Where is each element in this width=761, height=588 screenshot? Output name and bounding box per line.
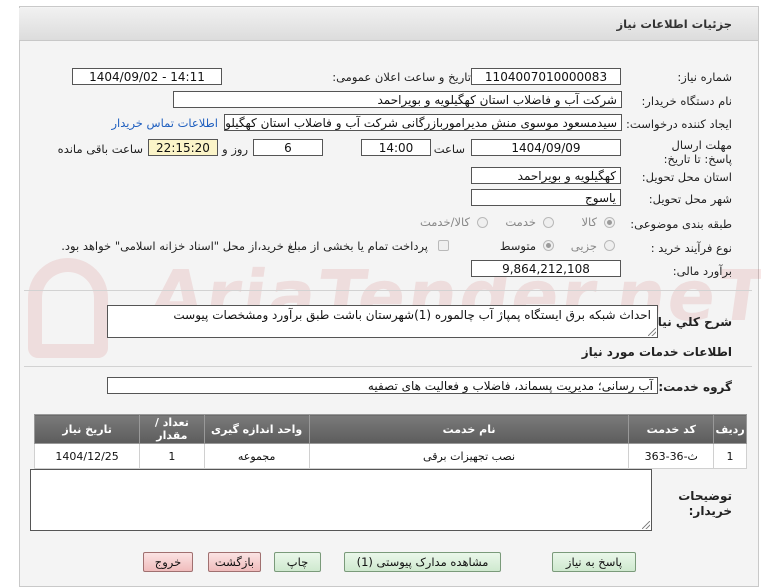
announce-date-label: تاریخ و ساعت اعلان عمومی: xyxy=(332,70,471,84)
exit-button[interactable]: خروج xyxy=(143,552,193,572)
deadline-date-field: 1404/09/09 xyxy=(471,139,621,156)
divider xyxy=(24,366,752,367)
category-label: طبقه بندی موضوعی: xyxy=(630,217,732,231)
buyer-org-label: نام دستگاه خریدار: xyxy=(641,94,732,108)
page-header: جزئیات اطلاعات نیاز xyxy=(19,8,758,41)
view-attachments-button[interactable]: مشاهده مدارک پیوستی (1) xyxy=(344,552,501,572)
col-header-need-date: تاریخ نیاز xyxy=(33,414,141,444)
cell-quantity: 1 xyxy=(139,443,205,469)
service-group-field: آب رسانی؛ مدیریت پسماند، فاضلاب و فعالیت… xyxy=(107,377,658,394)
cell-row-number: 1 xyxy=(713,443,747,469)
services-table: ردیف کد خدمت نام خدمت واحد اندازه گیری ت… xyxy=(33,414,747,469)
province-label: استان محل تحویل: xyxy=(641,170,732,184)
treasury-payment-note: پرداخت تمام یا بخشی از مبلغ خرید،از محل … xyxy=(61,239,428,253)
col-header-quantity: تعداد / مقدار xyxy=(139,414,205,444)
cell-unit: مجموعه xyxy=(203,443,310,469)
province-field: کهگیلویه و بویراحمد xyxy=(471,167,621,184)
back-button[interactable]: بازگشت xyxy=(208,552,261,572)
category-option-goods: کالا xyxy=(581,215,597,229)
process-option-medium: متوسط xyxy=(499,239,536,253)
cell-service-name: نصب تجهیزات برقی xyxy=(308,443,630,469)
page-title: جزئیات اطلاعات نیاز xyxy=(616,17,732,31)
table-row: 1 ث-36-363 نصب تجهیزات برقی مجموعه 1 140… xyxy=(33,443,747,469)
remaining-time-label: ساعت باقی مانده xyxy=(57,142,143,156)
city-field: یاسوج xyxy=(471,189,621,206)
process-radio-medium[interactable] xyxy=(543,240,554,251)
budget-label: برآورد مالی: xyxy=(672,264,732,278)
col-header-unit: واحد اندازه گیری xyxy=(203,414,310,444)
table-header-row: ردیف کد خدمت نام خدمت واحد اندازه گیری ت… xyxy=(33,414,747,444)
col-header-row-number: ردیف xyxy=(713,414,747,444)
deadline-time-field: 14:00 xyxy=(361,139,431,156)
resize-handle-icon xyxy=(648,328,656,336)
category-option-service: خدمت xyxy=(505,215,536,229)
remaining-time-field: 22:15:20 xyxy=(148,139,218,156)
cell-service-code: ث-36-363 xyxy=(628,443,715,469)
service-group-label: گروه خدمت: xyxy=(658,380,732,394)
city-label: شهر محل تحویل: xyxy=(648,192,732,206)
col-header-service-name: نام خدمت xyxy=(308,414,630,444)
buyer-notes-textarea xyxy=(30,469,652,531)
buyer-contact-link[interactable]: اطلاعات تماس خریدار xyxy=(111,116,218,130)
reply-button[interactable]: پاسخ به نیاز xyxy=(552,552,636,572)
description-textarea: احداث شبکه برق ایستگاه پمپاژ آب چالموره … xyxy=(107,305,658,338)
category-option-goods-service: کالا/خدمت xyxy=(419,215,470,229)
process-radio-minor[interactable] xyxy=(604,240,615,251)
budget-field: 9,864,212,108 xyxy=(471,260,621,277)
description-text: احداث شبکه برق ایستگاه پمپاژ آب چالموره … xyxy=(173,308,651,322)
deadline-time-label: ساعت xyxy=(433,142,465,156)
buyer-org-field: شرکت آب و فاضلاب استان کهگیلویه و بویراح… xyxy=(173,91,622,108)
category-radio-goods-service[interactable] xyxy=(477,217,488,228)
creator-field: سیدمسعود موسوی منش مدیرامور‌بازرگانی شرک… xyxy=(224,114,622,131)
category-radio-service[interactable] xyxy=(543,217,554,228)
deadline-label: مهلت ارسال پاسخ: تا تاریخ: xyxy=(663,138,732,166)
buyer-notes-label: توضیحات خریدار: xyxy=(678,489,732,518)
announce-date-field: 1404/09/02 - 14:11 xyxy=(72,68,222,85)
process-option-minor: جزیی xyxy=(570,239,597,253)
cell-need-date: 1404/12/25 xyxy=(33,443,141,469)
col-header-service-code: کد خدمت xyxy=(628,414,715,444)
category-radio-goods[interactable] xyxy=(604,217,615,228)
process-label: نوع فرآیند خرید : xyxy=(650,241,732,255)
need-number-field: 1104007010000083 xyxy=(471,68,621,85)
resize-handle-icon xyxy=(642,521,650,529)
need-number-label: شماره نیاز: xyxy=(677,70,732,84)
treasury-payment-checkbox[interactable] xyxy=(438,240,449,251)
creator-label: ایجاد کننده درخواست: xyxy=(626,117,732,131)
services-section-title: اطلاعات خدمات مورد نياز xyxy=(581,345,732,359)
description-label: شرح کلي نياز: xyxy=(646,315,732,329)
days-remaining-field: 6 xyxy=(253,139,323,156)
divider xyxy=(24,290,752,291)
print-button[interactable]: چاپ xyxy=(274,552,321,572)
days-label: روز و xyxy=(222,142,248,156)
